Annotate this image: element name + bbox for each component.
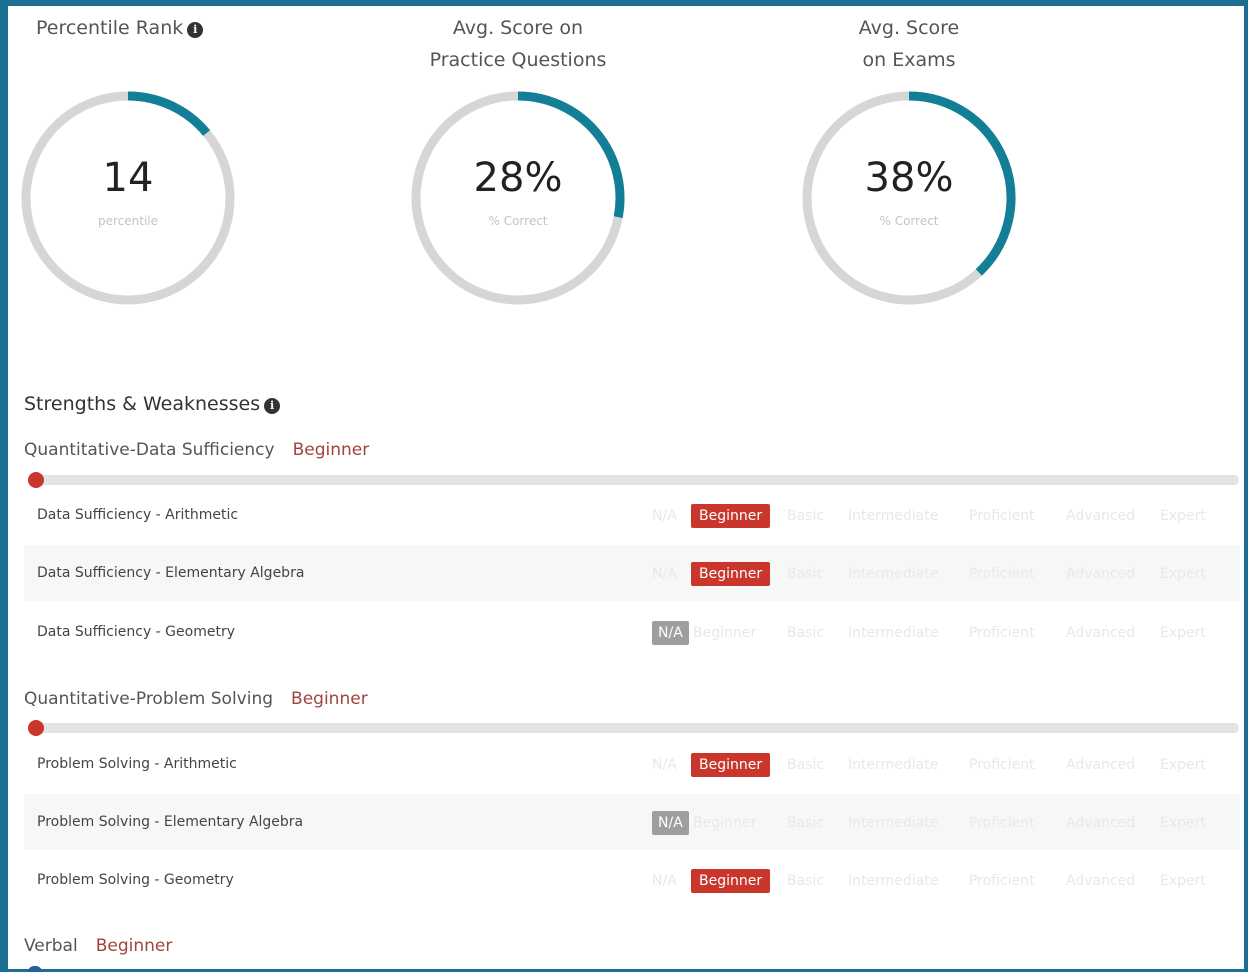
subtopic-row: Problem Solving - Geometry N/A Beginner Ba…	[24, 852, 1240, 908]
subtopic-row: Data Sufficiency - Elementary Algebra N/…	[24, 545, 1240, 601]
level-intermediate: Intermediate	[848, 508, 939, 524]
subtopic-label: Data Sufficiency - Elementary Algebra	[37, 565, 305, 581]
level-basic: Basic	[787, 508, 825, 524]
category-name: Quantitative-Problem Solving	[24, 689, 274, 709]
level-expert: Expert	[1160, 815, 1206, 831]
level-proficient: Proficient	[969, 873, 1035, 889]
practice-score-title-line2: Practice Questions	[429, 49, 607, 71]
level-basic: Basic	[787, 625, 825, 641]
category-progress-knob	[28, 472, 44, 488]
exam-score-title-line1: Avg. Score	[858, 17, 960, 39]
subtopic-row: Problem Solving - Elementary Algebra N/A…	[24, 794, 1240, 850]
level-advanced: Advanced	[1066, 815, 1136, 831]
percentile-rank-value: 14	[102, 155, 154, 201]
subtopic-row: Problem Solving - Arithmetic N/A Beginner…	[24, 736, 1240, 792]
level-intermediate: Intermediate	[848, 873, 939, 889]
subtopic-label: Problem Solving - Elementary Algebra	[37, 814, 304, 830]
level-proficient: Proficient	[969, 508, 1035, 524]
category-name: Verbal	[24, 936, 78, 956]
exam-score-caption: % Correct	[879, 214, 939, 228]
level-advanced: Advanced	[1066, 508, 1136, 524]
level-proficient: Proficient	[969, 815, 1035, 831]
level-intermediate: Intermediate	[848, 757, 939, 773]
level-expert: Expert	[1160, 508, 1206, 524]
level-proficient: Proficient	[969, 625, 1035, 641]
practice-score-title-line1: Avg. Score on	[452, 17, 584, 39]
practice-score-value: 28%	[473, 155, 563, 201]
subtopic-row: Data Sufficiency - Arithmetic N/A Beginne…	[24, 487, 1240, 543]
subtopic-label: Problem Solving - Arithmetic	[37, 756, 237, 772]
exam-score-title: Avg. Score on Exams	[799, 12, 1019, 76]
exam-score-value: 38%	[864, 155, 954, 201]
level-na: N/A	[652, 566, 677, 582]
level-basic: Basic	[787, 873, 825, 889]
level-na: N/A	[652, 621, 689, 645]
percentile-rank-caption: percentile	[97, 214, 158, 228]
level-expert: Expert	[1160, 625, 1206, 641]
level-advanced: Advanced	[1066, 566, 1136, 582]
level-basic: Basic	[787, 757, 825, 773]
level-na: N/A	[652, 757, 677, 773]
level-beginner: Beginner	[691, 869, 771, 893]
subtopic-label: Data Sufficiency - Geometry	[37, 624, 235, 640]
percentile-rank-title: Percentile Rank i	[36, 12, 256, 44]
percentile-rank-label: Percentile Rank	[36, 17, 184, 39]
level-expert: Expert	[1160, 873, 1206, 889]
level-expert: Expert	[1160, 566, 1206, 582]
section-title: Strengths & Weaknesses	[24, 393, 261, 415]
level-expert: Expert	[1160, 757, 1206, 773]
practice-score-caption: % Correct	[488, 214, 548, 228]
level-basic: Basic	[787, 815, 825, 831]
category-progress-knob	[28, 720, 44, 736]
level-basic: Basic	[787, 566, 825, 582]
level-intermediate: Intermediate	[848, 625, 939, 641]
category-level: Beginner	[292, 440, 370, 460]
category-header: Quantitative-Problem Solving Beginner	[24, 689, 368, 709]
category-level: Beginner	[291, 689, 368, 709]
level-beginner: Beginner	[691, 504, 771, 528]
level-proficient: Proficient	[969, 757, 1035, 773]
info-icon[interactable]: i	[187, 22, 204, 38]
practice-score-title: Avg. Score on Practice Questions	[408, 12, 628, 76]
category-progress-track	[28, 720, 1239, 736]
level-na: N/A	[652, 508, 677, 524]
level-advanced: Advanced	[1066, 873, 1136, 889]
level-beginner: Beginner	[693, 625, 757, 641]
level-beginner: Beginner	[693, 815, 757, 831]
info-icon[interactable]: i	[264, 398, 281, 414]
category-progress-track	[28, 472, 1239, 488]
level-advanced: Advanced	[1066, 757, 1136, 773]
level-intermediate: Intermediate	[848, 815, 939, 831]
donut-progress-arc	[127, 91, 211, 136]
level-beginner: Beginner	[691, 753, 771, 777]
category-progress-knob	[28, 966, 42, 972]
category-header: Verbal Beginner	[24, 936, 172, 956]
level-na: N/A	[652, 811, 689, 835]
level-beginner: Beginner	[691, 562, 771, 586]
exam-score-title-line2: on Exams	[862, 49, 956, 71]
category-header: Quantitative-Data Sufficiency Beginner	[24, 440, 369, 460]
strengths-weaknesses-heading: Strengths & Weaknesses i	[24, 393, 281, 415]
subtopic-row: Data Sufficiency - Geometry N/A Beginner B…	[24, 604, 1240, 660]
category-name: Quantitative-Data Sufficiency	[24, 440, 275, 460]
category-level: Beginner	[95, 936, 173, 956]
level-proficient: Proficient	[969, 566, 1035, 582]
level-na: N/A	[652, 873, 677, 889]
level-advanced: Advanced	[1066, 625, 1136, 641]
subtopic-label: Data Sufficiency - Arithmetic	[37, 507, 239, 523]
subtopic-label: Problem Solving - Geometry	[37, 872, 234, 888]
level-intermediate: Intermediate	[848, 566, 939, 582]
